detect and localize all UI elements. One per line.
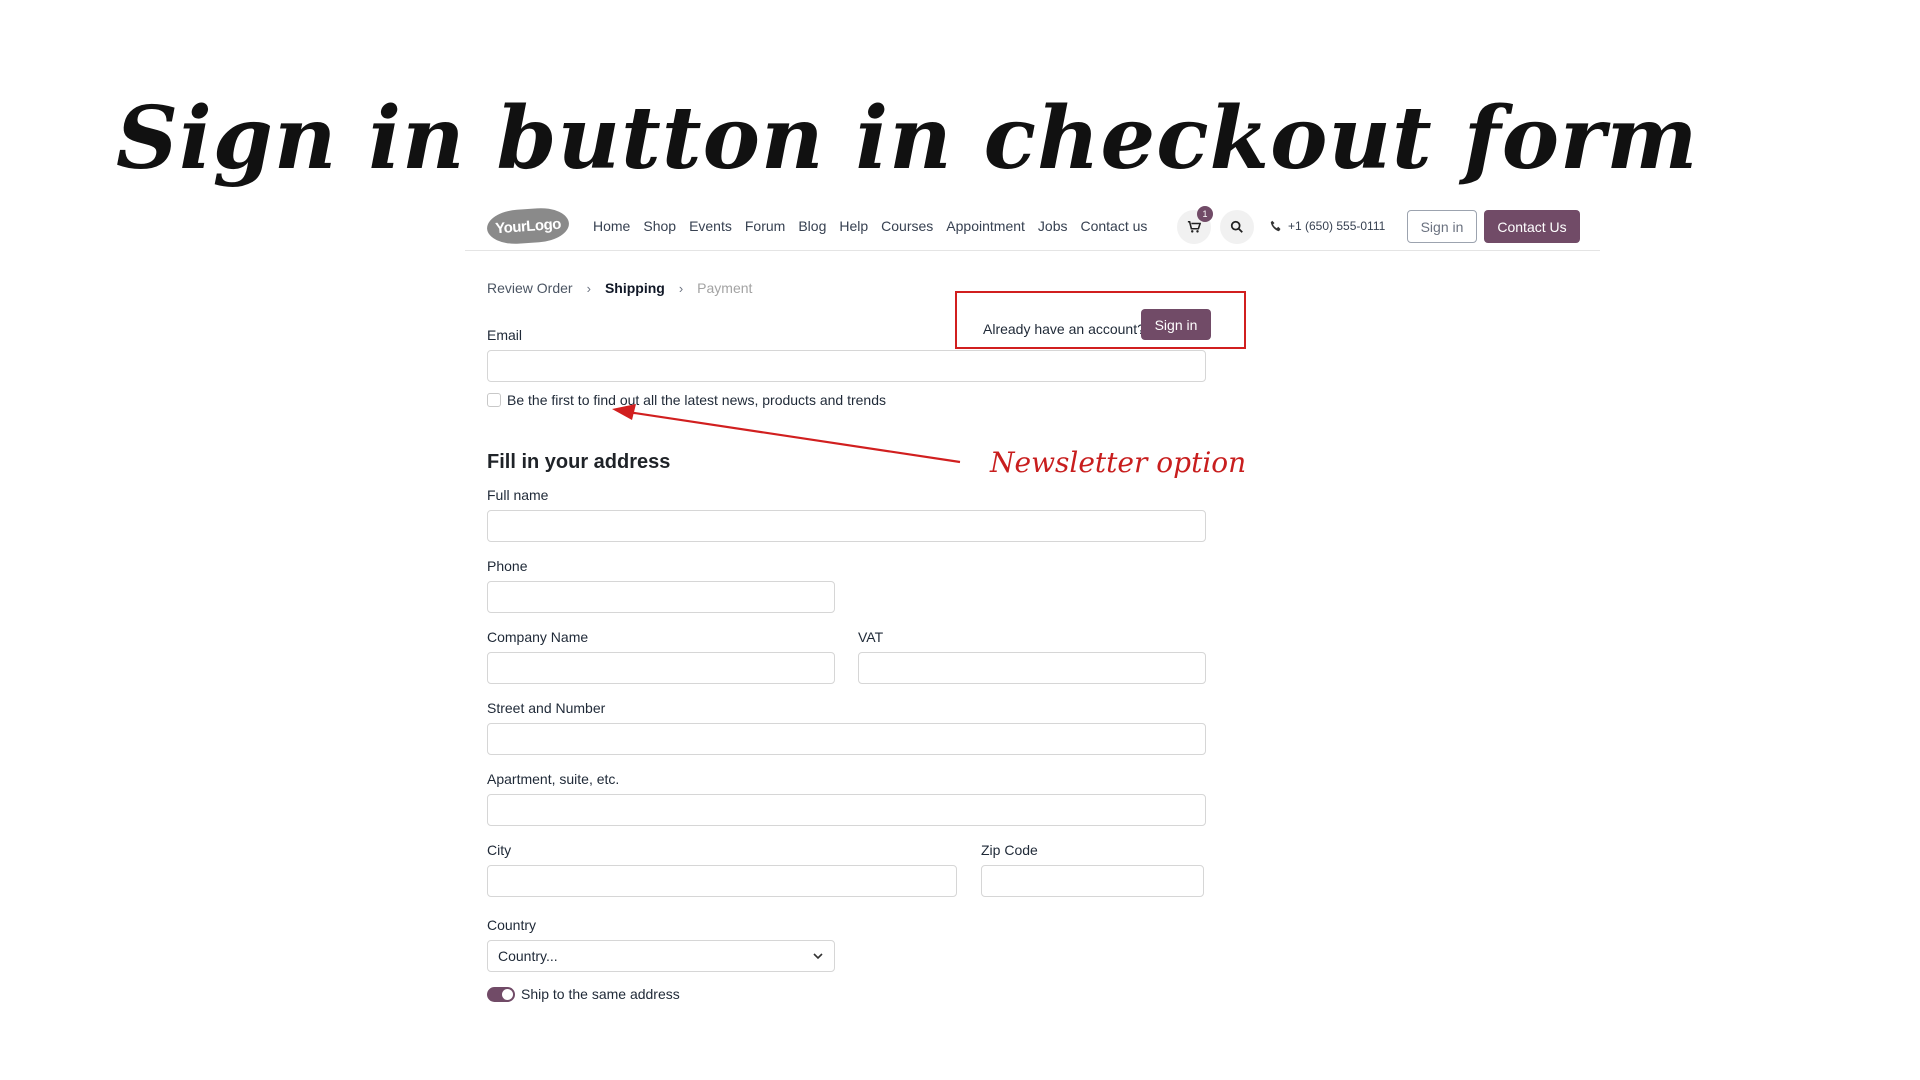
phone-contact[interactable]: +1 (650) 555-0111 — [1270, 219, 1385, 233]
breadcrumb-review-order[interactable]: Review Order — [487, 280, 573, 296]
nav-link-home[interactable]: Home — [593, 218, 630, 234]
search-button[interactable] — [1220, 210, 1254, 244]
checkout-sign-in-button[interactable]: Sign in — [1141, 309, 1211, 340]
apartment-input[interactable] — [487, 794, 1206, 826]
nav-link-jobs[interactable]: Jobs — [1038, 218, 1068, 234]
nav-sign-in-button[interactable]: Sign in — [1407, 210, 1477, 243]
phone-icon — [1270, 220, 1281, 232]
zip-input[interactable] — [981, 865, 1204, 897]
email-input[interactable] — [487, 350, 1206, 382]
breadcrumb-shipping: Shipping — [604, 280, 665, 296]
country-label: Country — [487, 917, 537, 933]
city-input[interactable] — [487, 865, 957, 897]
phone-number: +1 (650) 555-0111 — [1288, 219, 1386, 233]
contact-us-button[interactable]: Contact Us — [1484, 210, 1580, 243]
already-have-account-text: Already have an account? — [983, 321, 1145, 337]
apartment-label: Apartment, suite, etc. — [487, 771, 620, 787]
nav-link-help[interactable]: Help — [839, 218, 868, 234]
nav-link-events[interactable]: Events — [689, 218, 732, 234]
site-logo[interactable]: YourLogo — [485, 206, 571, 246]
vat-input[interactable] — [858, 652, 1206, 684]
nav-link-appointment[interactable]: Appointment — [946, 218, 1025, 234]
checkout-breadcrumb: Review Order › Shipping › Payment — [487, 280, 752, 296]
breadcrumb-payment: Payment — [697, 280, 753, 296]
email-label: Email — [487, 327, 523, 343]
nav-links: Home Shop Events Forum Blog Help Courses… — [593, 218, 1160, 234]
toggle-knob — [502, 989, 513, 1000]
city-label: City — [487, 842, 512, 858]
nav-link-courses[interactable]: Courses — [881, 218, 933, 234]
slide-title: Sign in button in checkout form — [116, 88, 1699, 189]
country-select[interactable]: Country... — [487, 940, 835, 972]
ship-same-address-toggle[interactable] — [487, 987, 515, 1002]
company-label: Company Name — [487, 629, 589, 645]
full-name-input[interactable] — [487, 510, 1206, 542]
street-input[interactable] — [487, 723, 1206, 755]
country-select-value: Country... — [498, 948, 558, 964]
ship-same-address-label: Ship to the same address — [521, 986, 680, 1002]
newsletter-label: Be the first to find out all the latest … — [507, 392, 886, 408]
nav-link-contact-us[interactable]: Contact us — [1080, 218, 1147, 234]
phone-input[interactable] — [487, 581, 835, 613]
nav-link-blog[interactable]: Blog — [798, 218, 826, 234]
company-input[interactable] — [487, 652, 835, 684]
newsletter-annotation-text: Newsletter option — [990, 446, 1247, 479]
full-name-label: Full name — [487, 487, 549, 503]
cart-button[interactable]: 1 — [1177, 206, 1213, 244]
chevron-right-icon: › — [678, 280, 684, 296]
top-navbar: YourLogo Home Shop Events Forum Blog Hel… — [465, 205, 1600, 251]
zip-label: Zip Code — [981, 842, 1038, 858]
nav-link-shop[interactable]: Shop — [643, 218, 676, 234]
cart-icon — [1187, 220, 1201, 233]
vat-label: VAT — [858, 629, 884, 645]
phone-label: Phone — [487, 558, 528, 574]
chevron-right-icon: › — [586, 280, 591, 296]
street-label: Street and Number — [487, 700, 606, 716]
chevron-down-icon — [813, 953, 823, 960]
search-icon — [1230, 220, 1243, 233]
nav-link-forum[interactable]: Forum — [745, 218, 785, 234]
cart-count-badge: 1 — [1197, 206, 1213, 222]
address-heading: Fill in your address — [487, 451, 671, 473]
newsletter-checkbox[interactable] — [487, 393, 501, 407]
